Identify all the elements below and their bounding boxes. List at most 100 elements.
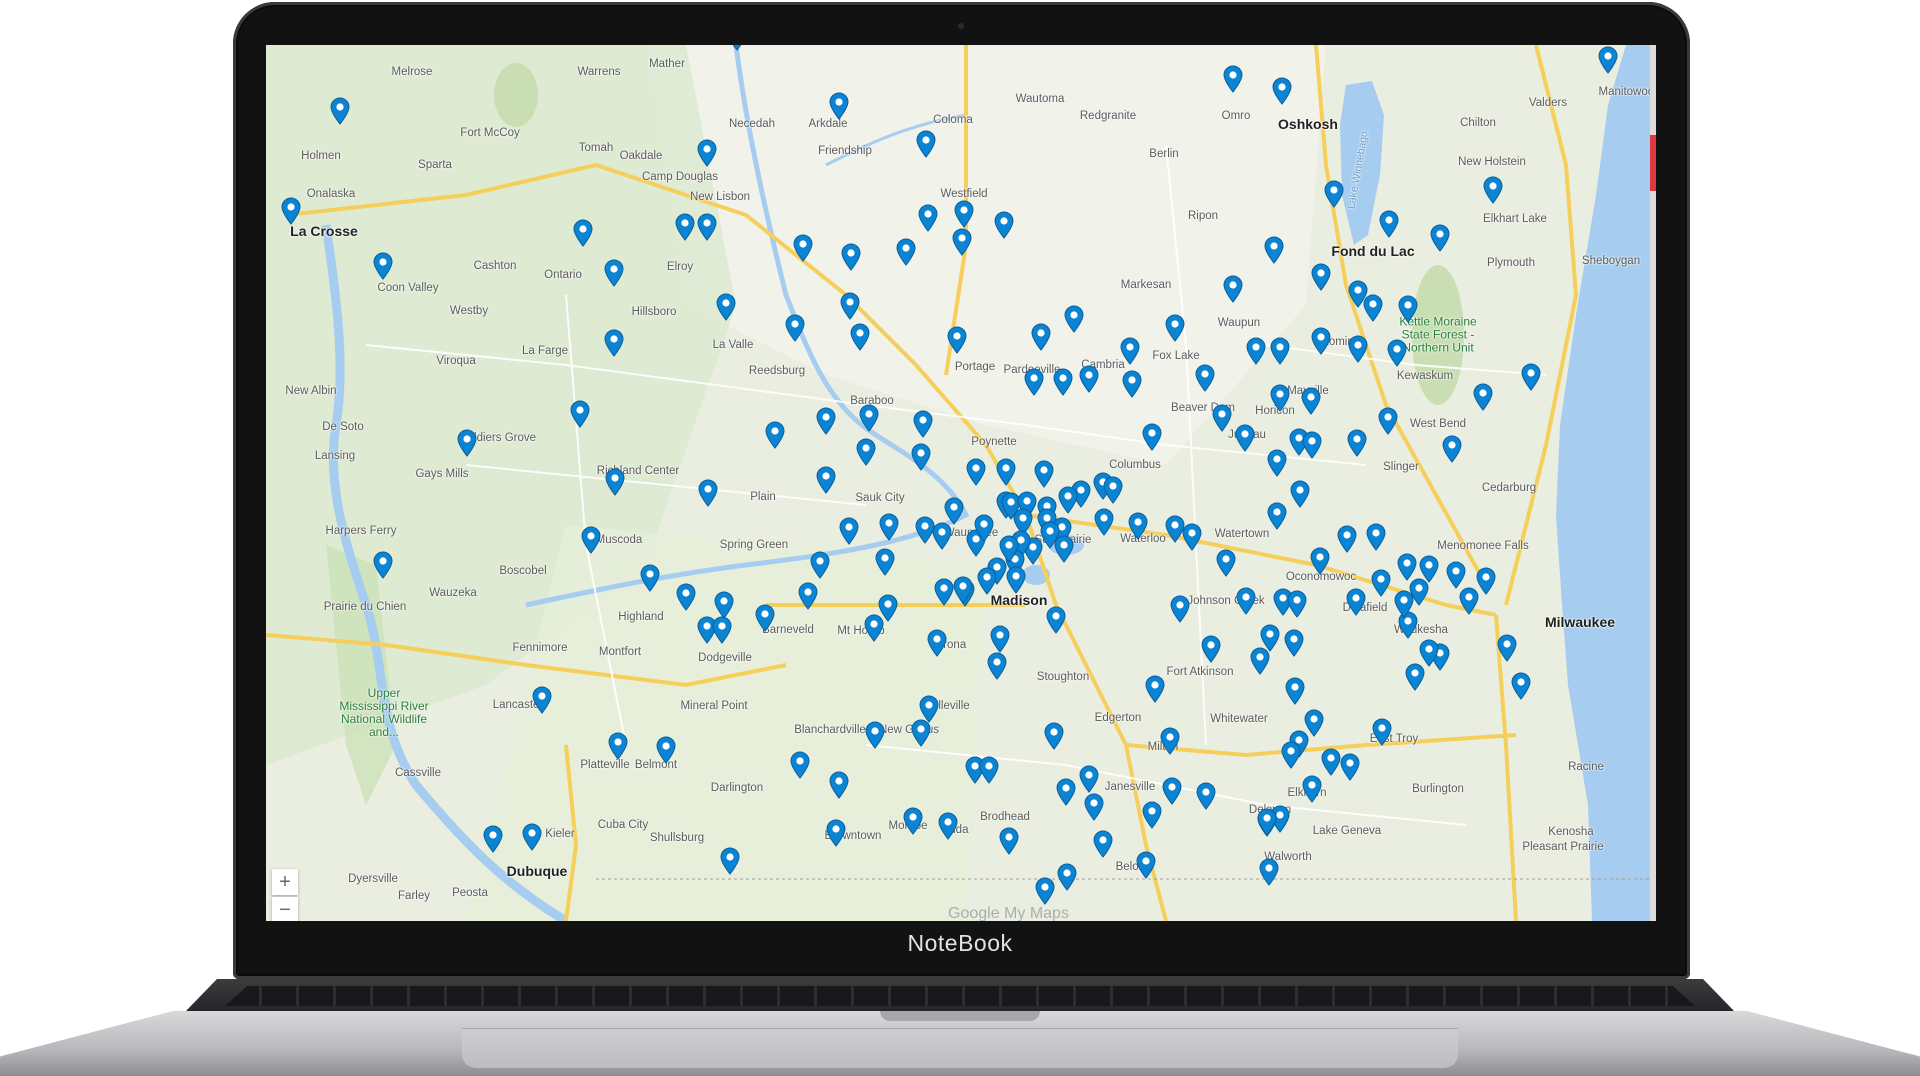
map-viewport[interactable]: Melrose Warrens Mather Wautoma Redgranite Omr… [266, 45, 1656, 921]
scrollbar-thumb[interactable] [1650, 135, 1656, 191]
location-pin-icon[interactable] [913, 410, 933, 438]
location-pin-icon[interactable] [1430, 224, 1450, 252]
location-pin-icon[interactable] [483, 825, 503, 853]
location-pin-icon[interactable] [1476, 567, 1496, 595]
location-pin-icon[interactable] [911, 719, 931, 747]
location-pin-icon[interactable] [810, 551, 830, 579]
location-pin-icon[interactable] [604, 259, 624, 287]
location-pin-icon[interactable] [816, 466, 836, 494]
location-pin-icon[interactable] [1285, 677, 1305, 705]
location-pin-icon[interactable] [798, 582, 818, 610]
location-pin-icon[interactable] [1170, 595, 1190, 623]
location-pin-icon[interactable] [1264, 236, 1284, 264]
location-pin-icon[interactable] [1521, 363, 1541, 391]
location-pin-icon[interactable] [605, 468, 625, 496]
location-pin-icon[interactable] [1270, 384, 1290, 412]
location-pin-icon[interactable] [1120, 337, 1140, 365]
location-pin-icon[interactable] [987, 652, 1007, 680]
location-pin-icon[interactable] [1122, 370, 1142, 398]
zoom-out-button[interactable]: − [272, 897, 298, 921]
location-pin-icon[interactable] [1145, 675, 1165, 703]
location-pin-icon[interactable] [656, 736, 676, 764]
location-pin-icon[interactable] [604, 329, 624, 357]
location-pin-icon[interactable] [1031, 323, 1051, 351]
zoom-in-button[interactable]: + [272, 869, 298, 895]
location-pin-icon[interactable] [996, 458, 1016, 486]
location-pin-icon[interactable] [1301, 387, 1321, 415]
location-pin-icon[interactable] [1046, 606, 1066, 634]
location-pin-icon[interactable] [966, 458, 986, 486]
location-pin-icon[interactable] [1160, 727, 1180, 755]
location-pin-icon[interactable] [1379, 210, 1399, 238]
location-pin-icon[interactable] [1056, 778, 1076, 806]
location-pin-icon[interactable] [1290, 480, 1310, 508]
location-pin-icon[interactable] [698, 479, 718, 507]
location-pin-icon[interactable] [1387, 339, 1407, 367]
location-pin-icon[interactable] [1446, 561, 1466, 589]
location-pin-icon[interactable] [1079, 365, 1099, 393]
location-pin-icon[interactable] [911, 443, 931, 471]
location-pin-icon[interactable] [373, 252, 393, 280]
location-pin-icon[interactable] [1201, 635, 1221, 663]
location-pin-icon[interactable] [716, 293, 736, 321]
location-pin-icon[interactable] [1250, 647, 1270, 675]
location-pin-icon[interactable] [1302, 775, 1322, 803]
location-pin-icon[interactable] [990, 625, 1010, 653]
location-pin-icon[interactable] [994, 211, 1014, 239]
location-pin-icon[interactable] [1182, 523, 1202, 551]
location-pin-icon[interactable] [839, 517, 859, 545]
location-pin-icon[interactable] [927, 629, 947, 657]
location-pin-icon[interactable] [1267, 502, 1287, 530]
location-pin-icon[interactable] [938, 812, 958, 840]
location-pin-icon[interactable] [1054, 535, 1074, 563]
location-pin-icon[interactable] [720, 847, 740, 875]
location-pin-icon[interactable] [816, 407, 836, 435]
location-pin-icon[interactable] [714, 591, 734, 619]
location-pin-icon[interactable] [1483, 176, 1503, 204]
location-pin-icon[interactable] [1128, 512, 1148, 540]
location-pin-icon[interactable] [1398, 295, 1418, 323]
location-pin-icon[interactable] [755, 604, 775, 632]
location-pin-icon[interactable] [974, 514, 994, 542]
location-pin-icon[interactable] [457, 429, 477, 457]
location-pin-icon[interactable] [1598, 46, 1618, 74]
location-pin-icon[interactable] [1044, 722, 1064, 750]
location-pin-icon[interactable] [1347, 429, 1367, 457]
location-pin-icon[interactable] [1024, 368, 1044, 396]
location-pin-icon[interactable] [850, 323, 870, 351]
location-pin-icon[interactable] [570, 400, 590, 428]
location-pin-icon[interactable] [785, 314, 805, 342]
location-pin-icon[interactable] [1196, 782, 1216, 810]
location-pin-icon[interactable] [1405, 663, 1425, 691]
location-pin-icon[interactable] [608, 732, 628, 760]
location-pin-icon[interactable] [944, 497, 964, 525]
location-pin-icon[interactable] [1267, 449, 1287, 477]
location-pin-icon[interactable] [532, 686, 552, 714]
location-pin-icon[interactable] [918, 204, 938, 232]
location-pin-icon[interactable] [1006, 566, 1026, 594]
location-pin-icon[interactable] [1057, 863, 1077, 891]
location-pin-icon[interactable] [977, 567, 997, 595]
location-pin-icon[interactable] [1136, 851, 1156, 879]
location-pin-icon[interactable] [979, 756, 999, 784]
location-pin-icon[interactable] [954, 200, 974, 228]
location-pin-icon[interactable] [829, 92, 849, 120]
location-pin-icon[interactable] [1246, 337, 1266, 365]
location-pin-icon[interactable] [1372, 718, 1392, 746]
location-pin-icon[interactable] [1236, 587, 1256, 615]
location-pin-icon[interactable] [952, 228, 972, 256]
location-pin-icon[interactable] [1142, 423, 1162, 451]
location-pin-icon[interactable] [522, 823, 542, 851]
location-pin-icon[interactable] [1093, 830, 1113, 858]
location-pin-icon[interactable] [1378, 407, 1398, 435]
location-pin-icon[interactable] [1058, 486, 1078, 514]
location-pin-icon[interactable] [1235, 424, 1255, 452]
location-pin-icon[interactable] [1165, 314, 1185, 342]
location-pin-icon[interactable] [1397, 553, 1417, 581]
location-pin-icon[interactable] [1371, 569, 1391, 597]
location-pin-icon[interactable] [697, 139, 717, 167]
location-pin-icon[interactable] [1304, 709, 1324, 737]
location-pin-icon[interactable] [1363, 294, 1383, 322]
location-pin-icon[interactable] [841, 243, 861, 271]
location-pin-icon[interactable] [727, 45, 747, 51]
